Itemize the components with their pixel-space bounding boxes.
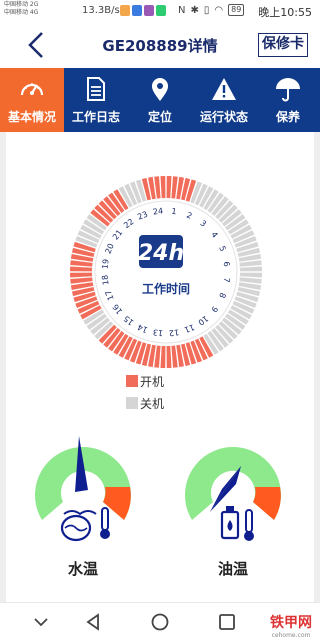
tab-maintenance[interactable]: 保养 (256, 68, 320, 132)
tab-work-log[interactable]: 工作日志 (64, 68, 128, 132)
dial-hour-label: 8 (217, 291, 227, 299)
dial-hour-label: 20 (104, 242, 116, 255)
carrier-info: 中国移动 2G 中国移动 4G (4, 1, 38, 17)
dial-hour-label: 10 (196, 314, 210, 327)
app-notification-icon (144, 5, 154, 16)
dial-segment (239, 266, 262, 272)
dial-hour-label: 12 (168, 327, 179, 337)
watermark-domain: cehome.com (271, 632, 311, 639)
tab-location[interactable]: 定位 (128, 68, 192, 132)
24h-badge-text: 24h (138, 241, 184, 266)
hide-keyboard-icon[interactable] (30, 611, 52, 633)
dial-hour-label: 15 (122, 314, 136, 327)
dashboard-icon (20, 83, 44, 96)
legend-item-off: 关机 (126, 392, 164, 414)
dial-hour-label: 21 (111, 228, 124, 242)
dial-hour-label: 19 (100, 258, 110, 269)
water-temperature-label: 水温 (67, 560, 98, 578)
bluetooth-icon: ✱ (190, 4, 199, 16)
main-content: 1 2 3 4 5 6 7 8 9 10 11 12 13 14 15 16 17 18 19 20 21 22 23 24 … (0, 132, 320, 602)
dial-hour-label: 4 (209, 230, 219, 240)
dial-hour-label: 24 (152, 206, 163, 216)
dial-segment (70, 266, 93, 272)
legend-label-off: 关机 (140, 396, 165, 411)
nfc-icon: N (178, 4, 186, 16)
dial-hour-label: 5 (217, 245, 227, 253)
tab-label: 工作日志 (71, 110, 120, 124)
watermark-text: 铁甲网 (270, 615, 312, 631)
vibrate-icon: ▯ (203, 4, 210, 16)
legend-swatch-on (126, 375, 138, 387)
tab-run-status[interactable]: 运行状态 (192, 68, 256, 132)
app-notification-icon (132, 5, 142, 16)
dial-hour-label: 1 (171, 207, 177, 217)
dial-segment (166, 345, 172, 368)
dial-hour-label: 22 (122, 217, 136, 230)
tab-label: 定位 (147, 110, 172, 124)
dial-segment (70, 272, 93, 278)
carrier-line-1: 中国移动 2G (4, 1, 39, 8)
battery-icon: 89 (228, 4, 245, 16)
dial-legend: 开机 关机 (126, 370, 164, 414)
dial-segment (239, 272, 262, 278)
tab-label: 保养 (275, 110, 300, 124)
warranty-card-button[interactable]: 保修卡 (258, 33, 308, 57)
umbrella-icon (276, 78, 300, 102)
dial-hour-label: 16 (111, 302, 124, 316)
oil-temperature-gauge: 油温 (178, 432, 288, 578)
warning-icon (212, 78, 236, 100)
24h-work-time-dial: 1 234567891011121314151617181920212223 24 … (70, 176, 262, 368)
work-time-caption: 工作时间 (142, 281, 190, 296)
dial-hour-labels: 1 234567891011121314151617181920212223 24 (100, 206, 231, 337)
tab-bar: 基本情况 工作日志 定位 运行状态 保养 (0, 68, 320, 132)
dial-hour-label: 3 (198, 218, 208, 228)
water-temperature-dial (35, 436, 131, 542)
system-icons: N ✱ ▯ ◠ 89 (178, 4, 245, 16)
dial-hour-label: 13 (152, 327, 163, 337)
dial-hour-label: 7 (222, 277, 232, 283)
watermark-logo: 铁甲网 cehome.com (270, 612, 312, 639)
legend-item-on: 开机 (126, 370, 164, 392)
oil-temperature-dial (185, 447, 281, 541)
dial-hour-label: 2 (185, 211, 193, 221)
dial-hour-label: 6 (222, 261, 232, 267)
dial-hour-label: 23 (136, 210, 149, 222)
dial-inner-ring (94, 200, 238, 344)
dial-segment (160, 176, 166, 199)
tab-basic-info[interactable]: 基本情况 (0, 68, 64, 132)
oil-temperature-icon (220, 506, 254, 541)
location-pin-icon (152, 78, 168, 101)
tab-label: 基本情况 (7, 110, 56, 124)
dial-hour-label: 18 (100, 274, 110, 285)
tab-label: 运行状态 (199, 110, 248, 124)
legend-label-on: 开机 (140, 374, 165, 389)
carrier-line-2: 中国移动 4G (4, 9, 39, 16)
dial-hour-label: 14 (136, 322, 149, 334)
dial-hour-label: 17 (104, 289, 116, 302)
home-circle-icon[interactable] (149, 611, 171, 633)
dial-segment (166, 176, 172, 199)
recent-apps-icon[interactable] (216, 611, 238, 633)
dial-segments (70, 176, 262, 368)
app-header: GE208889详情 保修卡 (0, 22, 320, 68)
clock-time: 晚上10:55 (258, 6, 312, 19)
status-bar: 中国移动 2G 中国移动 4G 13.3B/s N ✱ ▯ ◠ 89 晚上10:… (0, 0, 320, 22)
back-triangle-icon[interactable] (82, 611, 104, 633)
notification-icons (120, 5, 166, 16)
app-notification-icon (120, 5, 130, 16)
net-speed: 13.3B/s (82, 5, 120, 16)
dial-hour-label: 9 (209, 304, 219, 314)
oil-temperature-label: 油温 (217, 560, 248, 578)
app-notification-icon (156, 5, 166, 16)
dial-segment (160, 345, 166, 368)
water-temperature-icon (60, 507, 110, 542)
document-icon (87, 77, 105, 101)
wifi-icon: ◠ (214, 4, 224, 16)
dial-hour-label: 11 (183, 322, 196, 334)
legend-swatch-off (126, 397, 138, 409)
water-temperature-gauge: 水温 (28, 432, 138, 578)
